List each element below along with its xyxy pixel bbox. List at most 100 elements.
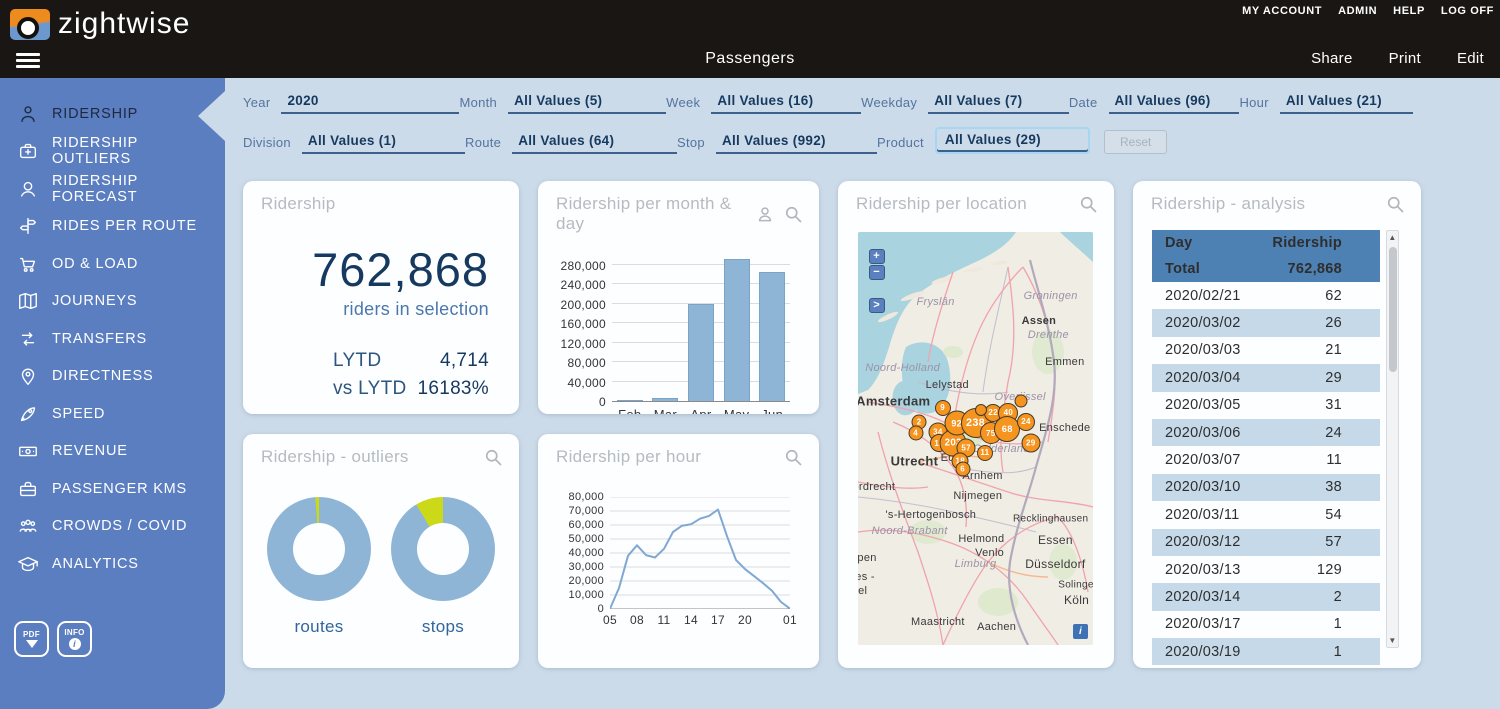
sidebar-item-speed[interactable]: SPEED [0,395,225,433]
table-row: 2020/03/0624 [1152,419,1380,446]
bar-may[interactable] [724,259,750,401]
magnifier-icon[interactable] [1385,194,1405,214]
reset-button[interactable]: Reset [1104,130,1167,154]
scroll-up-icon[interactable]: ▲ [1387,233,1398,242]
location-map[interactable]: FryslânGroningenAssenDrentheEmmenNoord-H… [858,232,1093,645]
cell-ridership: 38 [1270,479,1342,495]
map-zoom-out-button[interactable]: − [869,265,885,280]
map-marker[interactable] [975,404,987,416]
sidebar-item-od-load[interactable]: OD & LOAD [0,245,225,283]
first-aid-icon [16,139,40,163]
filter-division: DivisionAll Values (1) [243,127,465,154]
sidebar-item-revenue[interactable]: REVENUE [0,433,225,471]
sidebar-item-transfers[interactable]: TRANSFERS [0,320,225,358]
magnifier-icon[interactable] [783,204,803,224]
action-share[interactable]: Share [1311,50,1353,67]
filter-value-year[interactable]: 2020 [281,93,459,114]
filter-label: Month [459,95,508,114]
action-print[interactable]: Print [1389,50,1421,67]
donut-chart-routes[interactable] [267,497,371,601]
table-row: 2020/03/1257 [1152,529,1380,556]
map-marker-6[interactable]: 6 [955,462,970,477]
card-title: Ridership per hour [556,447,783,467]
filter-value-week[interactable]: All Values (16) [711,93,861,114]
kpi-row: LYTD4,714 [333,350,489,372]
donut-label-routes: routes [267,617,371,637]
pdf-download-button[interactable]: PDF [14,621,49,657]
filter-value-hour[interactable]: All Values (21) [1280,93,1413,114]
table-row: 2020/03/191 [1152,638,1380,665]
bar-mar[interactable] [652,398,678,401]
bar-jun[interactable] [759,272,785,401]
filter-value-product[interactable]: All Values (29) [935,127,1090,154]
cell-day: 2020/02/21 [1152,288,1270,304]
card-ridership-analysis: Ridership - analysis DayRidershipTotal76… [1133,181,1421,668]
map-attribution-icon[interactable]: i [1073,624,1088,639]
donut-chart-stops[interactable] [391,497,495,601]
magnifier-icon[interactable] [1078,194,1098,214]
bar-chart: 040,00080,000120,000160,000200,000240,00… [538,256,819,402]
bar-apr[interactable] [688,304,714,401]
sidebar-item-ridership-forecast[interactable]: RIDERSHIP FORECAST [0,170,225,208]
card-title: Ridership per month & day [556,194,755,234]
sidebar-item-label: TRANSFERS [52,331,147,347]
filter-label: Year [243,95,281,114]
person-icon [16,102,40,126]
top-link-log-off[interactable]: LOG OFF [1441,5,1494,17]
download-arrow-icon [26,640,38,648]
filter-value-month[interactable]: All Values (5) [508,93,666,114]
sidebar-item-passenger-kms[interactable]: PASSENGER KMS [0,470,225,508]
table-row: 2020/02/2162 [1152,282,1380,309]
cell-day: 2020/03/02 [1152,315,1270,331]
table-row: 2020/03/13129 [1152,556,1380,583]
table-row: 2020/03/1154 [1152,501,1380,528]
map-marker-4[interactable]: 4 [908,426,923,441]
card-ridership-outliers: Ridership - outliers routesstops [243,434,519,668]
cell-day: 2020/03/04 [1152,370,1270,386]
sidebar-item-ridership-outliers[interactable]: RIDERSHIP OUTLIERS [0,133,225,171]
line-y-tick: 70,000 [569,505,604,517]
cell-day: 2020/03/06 [1152,425,1270,441]
table-row: 2020/03/171 [1152,611,1380,638]
top-link-help[interactable]: HELP [1393,5,1425,17]
line-y-tick: 10,000 [569,589,604,601]
map-marker-11[interactable]: 11 [977,445,993,461]
map-marker[interactable] [1015,394,1028,407]
scroll-down-icon[interactable]: ▼ [1387,636,1398,645]
donut-stops: stops [391,497,495,637]
filter-value-weekday[interactable]: All Values (7) [928,93,1069,114]
graduation-cap-icon [16,552,40,576]
magnifier-icon[interactable] [783,447,803,467]
bar-feb[interactable] [617,400,643,401]
scrollbar-thumb[interactable] [1389,247,1397,372]
map-zoom-in-button[interactable]: + [869,249,885,264]
table-scrollbar[interactable]: ▲ ▼ [1386,230,1399,648]
line-x-tick: 20 [738,613,752,627]
cart-icon [16,252,40,276]
filter-value-date[interactable]: All Values (96) [1109,93,1240,114]
map-marker-29[interactable]: 29 [1021,433,1040,452]
table-row: 2020/03/1038 [1152,474,1380,501]
magnifier-icon[interactable] [483,447,503,467]
sidebar-item-rides-per-route[interactable]: RIDES PER ROUTE [0,208,225,246]
dashboard-grid: Ridership 762,868 riders in selection LY… [243,181,1421,668]
action-edit[interactable]: Edit [1457,50,1484,67]
line-chart: 010,00020,00030,00040,00050,00060,00070,… [538,497,819,609]
brand-logo[interactable]: zightwise [10,7,190,41]
top-link-admin[interactable]: ADMIN [1338,5,1377,17]
sidebar-item-analytics[interactable]: ANALYTICS [0,545,225,583]
map-expand-button[interactable]: > [869,298,885,313]
sidebar-item-journeys[interactable]: JOURNEYS [0,283,225,321]
cell-ridership: 11 [1270,452,1342,468]
sidebar-item-crowds-covid[interactable]: CROWDS / COVID [0,508,225,546]
filter-value-division[interactable]: All Values (1) [302,133,465,154]
sidebar-item-ridership[interactable]: RIDERSHIP [0,95,225,133]
filter-value-route[interactable]: All Values (64) [512,133,677,154]
line-x-tick: 14 [684,613,698,627]
map-marker-24[interactable]: 24 [1017,413,1035,431]
info-button[interactable]: INFOi [57,621,92,657]
top-link-my-account[interactable]: MY ACCOUNT [1242,5,1322,17]
person-icon[interactable] [755,204,775,224]
filter-value-stop[interactable]: All Values (992) [716,133,877,154]
sidebar-item-directness[interactable]: DIRECTNESS [0,358,225,396]
